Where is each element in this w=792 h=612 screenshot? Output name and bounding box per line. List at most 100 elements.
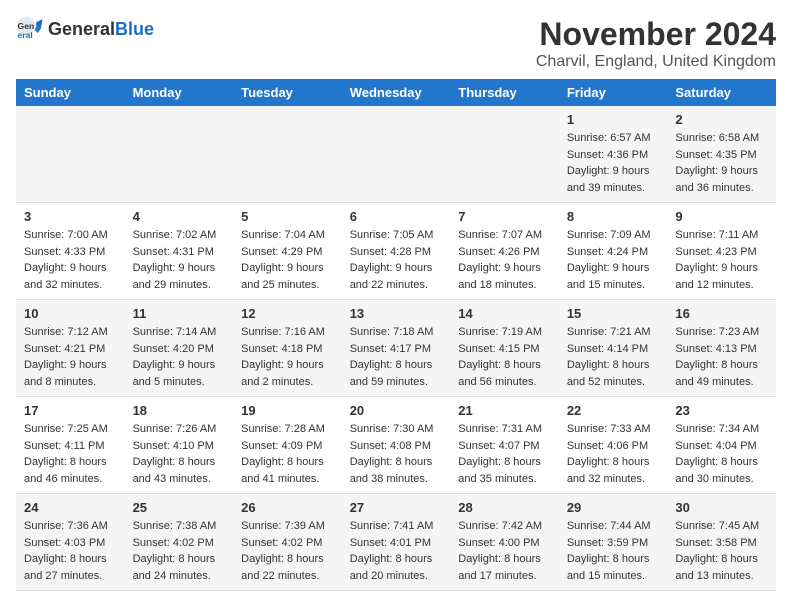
- day-info: Sunrise: 7:38 AM Sunset: 4:02 PM Dayligh…: [133, 518, 226, 584]
- calendar-cell: [16, 106, 125, 203]
- day-info: Sunrise: 7:19 AM Sunset: 4:15 PM Dayligh…: [458, 324, 551, 390]
- day-info: Sunrise: 7:16 AM Sunset: 4:18 PM Dayligh…: [241, 324, 334, 390]
- calendar-cell: 30 Sunrise: 7:45 AM Sunset: 3:58 PM Dayli…: [667, 494, 776, 591]
- calendar-week-1: 1 Sunrise: 6:57 AM Sunset: 4:36 PM Daylig…: [16, 106, 776, 203]
- day-info: Sunrise: 7:23 AM Sunset: 4:13 PM Dayligh…: [675, 324, 768, 390]
- day-info: Sunrise: 6:57 AM Sunset: 4:36 PM Dayligh…: [567, 130, 660, 196]
- day-number: 14: [458, 306, 551, 321]
- day-info: Sunrise: 7:07 AM Sunset: 4:26 PM Dayligh…: [458, 227, 551, 293]
- calendar-cell: [125, 106, 234, 203]
- day-info: Sunrise: 7:34 AM Sunset: 4:04 PM Dayligh…: [675, 421, 768, 487]
- calendar-cell: 19 Sunrise: 7:28 AM Sunset: 4:09 PM Dayli…: [233, 397, 342, 494]
- title-area: November 2024 Charvil, England, United K…: [536, 16, 776, 71]
- day-info: Sunrise: 7:39 AM Sunset: 4:02 PM Dayligh…: [241, 518, 334, 584]
- day-info: Sunrise: 7:36 AM Sunset: 4:03 PM Dayligh…: [24, 518, 117, 584]
- location-subtitle: Charvil, England, United Kingdom: [536, 53, 776, 71]
- calendar-cell: 3Sunrise: 7:00 AM Sunset: 4:33 PM Daylig…: [16, 203, 125, 300]
- day-number: 11: [133, 306, 226, 321]
- svg-text:eral: eral: [18, 30, 33, 40]
- day-number: 13: [350, 306, 443, 321]
- calendar-cell: 17Sunrise: 7:25 AM Sunset: 4:11 PM Dayli…: [16, 397, 125, 494]
- day-info: Sunrise: 7:14 AM Sunset: 4:20 PM Dayligh…: [133, 324, 226, 390]
- logo-blue-text: Blue: [115, 19, 154, 39]
- day-number: 5: [241, 209, 334, 224]
- day-info: Sunrise: 7:44 AM Sunset: 3:59 PM Dayligh…: [567, 518, 660, 584]
- day-number: 24: [24, 500, 117, 515]
- calendar-cell: 4Sunrise: 7:02 AM Sunset: 4:31 PM Daylig…: [125, 203, 234, 300]
- day-info: Sunrise: 7:04 AM Sunset: 4:29 PM Dayligh…: [241, 227, 334, 293]
- calendar-body: 1 Sunrise: 6:57 AM Sunset: 4:36 PM Daylig…: [16, 106, 776, 591]
- calendar-cell: 23 Sunrise: 7:34 AM Sunset: 4:04 PM Dayli…: [667, 397, 776, 494]
- calendar-cell: 27Sunrise: 7:41 AM Sunset: 4:01 PM Dayli…: [342, 494, 451, 591]
- logo-icon: Gen eral: [16, 16, 44, 44]
- day-number: 25: [133, 500, 226, 515]
- month-title: November 2024: [536, 16, 776, 53]
- day-info: Sunrise: 7:26 AM Sunset: 4:10 PM Dayligh…: [133, 421, 226, 487]
- calendar-cell: 13 Sunrise: 7:18 AM Sunset: 4:17 PM Dayli…: [342, 300, 451, 397]
- day-number: 30: [675, 500, 768, 515]
- calendar-cell: 12 Sunrise: 7:16 AM Sunset: 4:18 PM Dayli…: [233, 300, 342, 397]
- header-row: Sunday Monday Tuesday Wednesday Thursday…: [16, 79, 776, 106]
- day-info: Sunrise: 7:42 AM Sunset: 4:00 PM Dayligh…: [458, 518, 551, 584]
- day-number: 17: [24, 403, 117, 418]
- day-info: Sunrise: 7:33 AM Sunset: 4:06 PM Dayligh…: [567, 421, 660, 487]
- day-number: 29: [567, 500, 660, 515]
- day-info: Sunrise: 7:21 AM Sunset: 4:14 PM Dayligh…: [567, 324, 660, 390]
- day-info: Sunrise: 7:31 AM Sunset: 4:07 PM Dayligh…: [458, 421, 551, 487]
- calendar-cell: 5 Sunrise: 7:04 AM Sunset: 4:29 PM Daylig…: [233, 203, 342, 300]
- day-number: 9: [675, 209, 768, 224]
- day-info: Sunrise: 6:58 AM Sunset: 4:35 PM Dayligh…: [675, 130, 768, 196]
- day-number: 21: [458, 403, 551, 418]
- day-info: Sunrise: 7:09 AM Sunset: 4:24 PM Dayligh…: [567, 227, 660, 293]
- calendar-cell: 20Sunrise: 7:30 AM Sunset: 4:08 PM Dayli…: [342, 397, 451, 494]
- header: Gen eral GeneralBlue November 2024 Charv…: [16, 16, 776, 71]
- calendar-cell: 14 Sunrise: 7:19 AM Sunset: 4:15 PM Dayli…: [450, 300, 559, 397]
- calendar-cell: 22Sunrise: 7:33 AM Sunset: 4:06 PM Dayli…: [559, 397, 668, 494]
- calendar-week-2: 3Sunrise: 7:00 AM Sunset: 4:33 PM Daylig…: [16, 203, 776, 300]
- day-info: Sunrise: 7:30 AM Sunset: 4:08 PM Dayligh…: [350, 421, 443, 487]
- calendar-cell: 2Sunrise: 6:58 AM Sunset: 4:35 PM Daylig…: [667, 106, 776, 203]
- day-number: 6: [350, 209, 443, 224]
- col-friday: Friday: [559, 79, 668, 106]
- day-number: 27: [350, 500, 443, 515]
- day-number: 26: [241, 500, 334, 515]
- calendar-cell: 10Sunrise: 7:12 AM Sunset: 4:21 PM Dayli…: [16, 300, 125, 397]
- logo-general-text: General: [48, 19, 115, 39]
- day-number: 19: [241, 403, 334, 418]
- logo: Gen eral GeneralBlue: [16, 16, 154, 44]
- day-number: 8: [567, 209, 660, 224]
- col-monday: Monday: [125, 79, 234, 106]
- day-info: Sunrise: 7:28 AM Sunset: 4:09 PM Dayligh…: [241, 421, 334, 487]
- day-info: Sunrise: 7:45 AM Sunset: 3:58 PM Dayligh…: [675, 518, 768, 584]
- day-number: 16: [675, 306, 768, 321]
- day-info: Sunrise: 7:05 AM Sunset: 4:28 PM Dayligh…: [350, 227, 443, 293]
- calendar-cell: 11 Sunrise: 7:14 AM Sunset: 4:20 PM Dayli…: [125, 300, 234, 397]
- calendar-cell: 9 Sunrise: 7:11 AM Sunset: 4:23 PM Daylig…: [667, 203, 776, 300]
- day-info: Sunrise: 7:18 AM Sunset: 4:17 PM Dayligh…: [350, 324, 443, 390]
- col-sunday: Sunday: [16, 79, 125, 106]
- col-wednesday: Wednesday: [342, 79, 451, 106]
- day-number: 28: [458, 500, 551, 515]
- calendar-cell: 16 Sunrise: 7:23 AM Sunset: 4:13 PM Dayli…: [667, 300, 776, 397]
- calendar-cell: 6 Sunrise: 7:05 AM Sunset: 4:28 PM Daylig…: [342, 203, 451, 300]
- col-saturday: Saturday: [667, 79, 776, 106]
- day-number: 1: [567, 112, 660, 127]
- day-number: 12: [241, 306, 334, 321]
- col-thursday: Thursday: [450, 79, 559, 106]
- day-info: Sunrise: 7:11 AM Sunset: 4:23 PM Dayligh…: [675, 227, 768, 293]
- day-number: 3: [24, 209, 117, 224]
- day-info: Sunrise: 7:02 AM Sunset: 4:31 PM Dayligh…: [133, 227, 226, 293]
- calendar-header: Sunday Monday Tuesday Wednesday Thursday…: [16, 79, 776, 106]
- calendar-week-3: 10Sunrise: 7:12 AM Sunset: 4:21 PM Dayli…: [16, 300, 776, 397]
- calendar-cell: 7 Sunrise: 7:07 AM Sunset: 4:26 PM Daylig…: [450, 203, 559, 300]
- calendar-cell: 29 Sunrise: 7:44 AM Sunset: 3:59 PM Dayli…: [559, 494, 668, 591]
- calendar-cell: [342, 106, 451, 203]
- col-tuesday: Tuesday: [233, 79, 342, 106]
- calendar-cell: 8 Sunrise: 7:09 AM Sunset: 4:24 PM Daylig…: [559, 203, 668, 300]
- day-number: 7: [458, 209, 551, 224]
- calendar-table: Sunday Monday Tuesday Wednesday Thursday…: [16, 79, 776, 591]
- day-number: 23: [675, 403, 768, 418]
- day-number: 15: [567, 306, 660, 321]
- calendar-cell: 1 Sunrise: 6:57 AM Sunset: 4:36 PM Daylig…: [559, 106, 668, 203]
- calendar-cell: 25 Sunrise: 7:38 AM Sunset: 4:02 PM Dayli…: [125, 494, 234, 591]
